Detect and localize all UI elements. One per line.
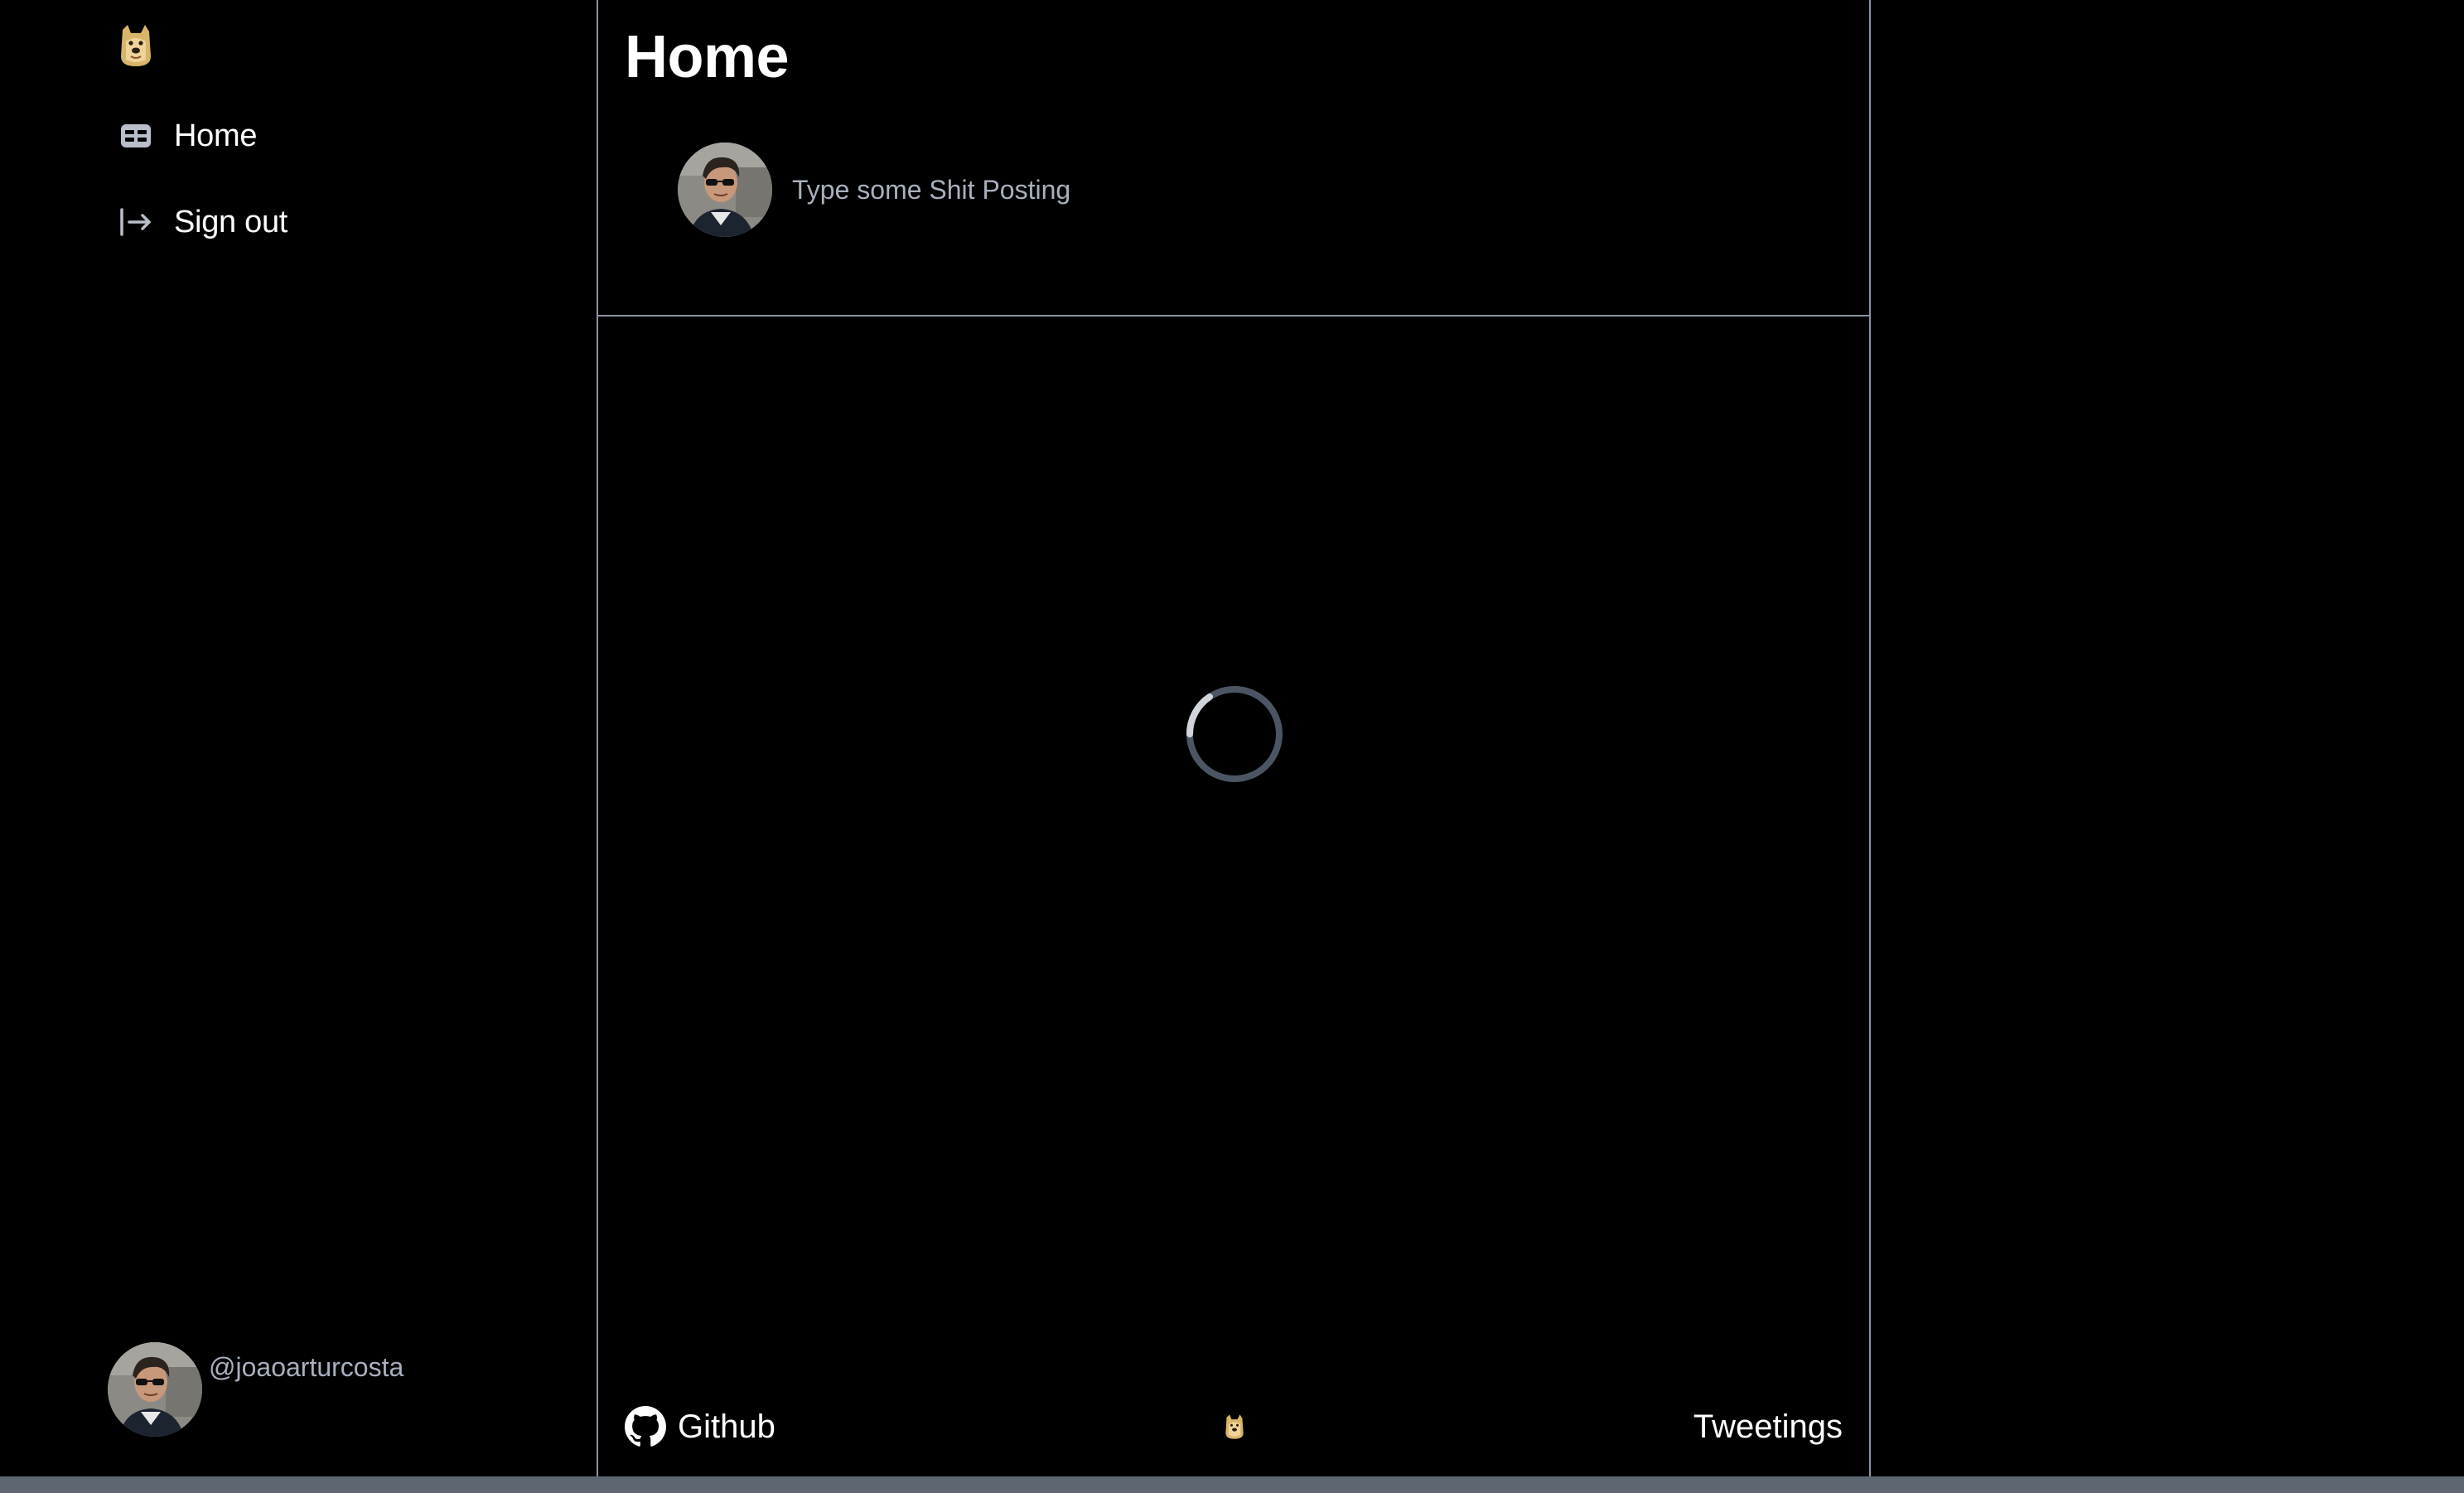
composer-avatar — [678, 143, 772, 237]
github-label: Github — [678, 1408, 775, 1445]
github-icon — [625, 1406, 666, 1447]
window-bottom-edge — [0, 1476, 2464, 1493]
home-icon — [118, 118, 154, 154]
doge-logo-icon[interactable] — [118, 23, 154, 68]
tweet-composer — [678, 143, 1786, 237]
sidebar-item-home[interactable]: Home — [118, 111, 257, 161]
footer: Github Tweetings — [625, 1402, 1843, 1452]
brand-link[interactable]: Tweetings — [1693, 1408, 1843, 1446]
main-column: Home Type some Shit Posting Github Tweet… — [597, 0, 1871, 1476]
page-title: Home — [625, 24, 790, 90]
sidebar-item-label: Sign out — [174, 204, 288, 239]
sidebar: Home Sign out @joaoarturcosta — [0, 0, 597, 1476]
github-link[interactable]: Github — [625, 1406, 775, 1447]
loading-spinner — [1185, 684, 1284, 784]
app-root: Home Sign out @joaoarturcosta Home Type … — [0, 0, 2464, 1493]
sidebar-item-sign-out[interactable]: Sign out — [118, 197, 287, 247]
tweet-input[interactable] — [792, 165, 1786, 215]
user-handle: @joaoarturcosta — [209, 1352, 404, 1382]
sidebar-item-label: Home — [174, 118, 258, 153]
user-avatar[interactable] — [108, 1342, 202, 1437]
composer-divider — [598, 315, 1869, 316]
brand-label: Tweetings — [1693, 1408, 1843, 1445]
user-profile[interactable]: @joaoarturcosta — [108, 1342, 403, 1437]
doge-logo-icon[interactable] — [1224, 1413, 1245, 1440]
sign-out-icon — [118, 204, 154, 240]
